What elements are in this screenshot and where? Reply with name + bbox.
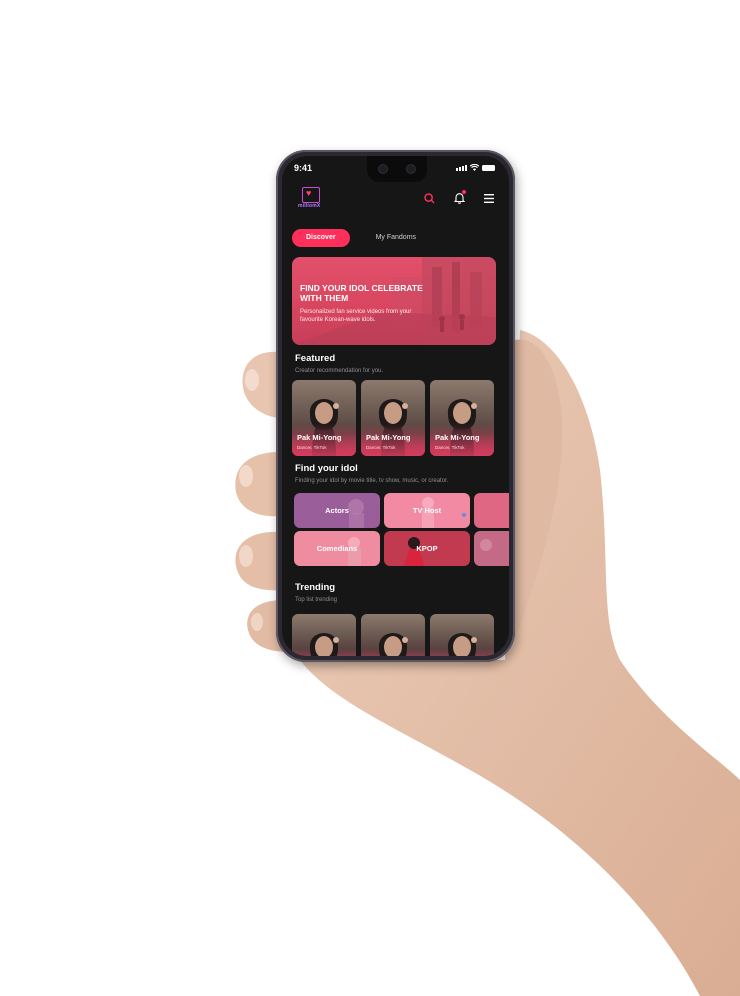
top-actions bbox=[421, 190, 497, 206]
idol-tags: Dancer, TikTok bbox=[366, 445, 396, 450]
search-button[interactable] bbox=[421, 190, 437, 206]
heart-icon: ♥ bbox=[306, 188, 312, 198]
notification-badge bbox=[462, 190, 466, 194]
category-tv-host[interactable]: TV Host bbox=[384, 493, 470, 528]
find-idol-subtitle: Finding your idol by movie title, tv sho… bbox=[295, 478, 449, 484]
featured-card[interactable]: Pak Mi-Yong Dancer, TikTok bbox=[430, 380, 494, 456]
idol-name: Pak Mi-Yong bbox=[366, 433, 411, 442]
featured-cards: Pak Mi-Yong Dancer, TikTok Pak Mi-Yong D… bbox=[292, 380, 494, 456]
app-screen: 9:41 ♥ milliomX Discover My Fandoms FIND… bbox=[282, 156, 509, 656]
trending-title: Trending bbox=[295, 582, 336, 593]
find-idol-title: Find your idol bbox=[295, 463, 358, 474]
tab-bar: Discover My Fandoms bbox=[292, 229, 430, 247]
category-kpop[interactable]: KPOP bbox=[384, 531, 470, 566]
trending-card[interactable] bbox=[292, 614, 356, 656]
category-label: KPOP bbox=[416, 544, 438, 553]
category-actors[interactable]: Actors bbox=[294, 493, 380, 528]
hero-banner[interactable]: FIND YOUR IDOL CELEBRATE WITH THEM Perso… bbox=[292, 257, 496, 345]
banner-subtitle: Personalized fan service videos from you… bbox=[300, 309, 412, 323]
idol-tags: Dancer, TikTok bbox=[297, 445, 327, 450]
banner-title: FIND YOUR IDOL CELEBRATE WITH THEM bbox=[300, 283, 423, 303]
category-comedians[interactable]: Comedians bbox=[294, 531, 380, 566]
trending-cards bbox=[292, 614, 494, 656]
featured-card[interactable]: Pak Mi-Yong Dancer, TikTok bbox=[361, 380, 425, 456]
camera-notch bbox=[367, 156, 427, 182]
idol-photo bbox=[378, 633, 408, 656]
top-bar: ♥ milliomX bbox=[294, 186, 497, 214]
category-youtubers[interactable]: Yo bbox=[474, 531, 509, 566]
idol-photo bbox=[447, 633, 477, 656]
app-logo[interactable]: ♥ milliomX bbox=[298, 186, 324, 212]
category-photo bbox=[480, 539, 492, 551]
signal-icon bbox=[456, 164, 467, 171]
idol-name: Pak Mi-Yong bbox=[435, 433, 480, 442]
featured-card[interactable]: Pak Mi-Yong Dancer, TikTok bbox=[292, 380, 356, 456]
category-label: Comedians bbox=[316, 544, 358, 553]
featured-title: Featured bbox=[295, 353, 336, 364]
system-icons bbox=[456, 164, 495, 171]
trending-subtitle: Top list trending bbox=[295, 597, 338, 603]
hamburger-menu-icon bbox=[484, 193, 494, 203]
tab-discover[interactable]: Discover bbox=[292, 229, 350, 247]
menu-button[interactable] bbox=[481, 190, 497, 206]
category-label: TV Host bbox=[412, 506, 442, 515]
notifications-button[interactable] bbox=[451, 190, 467, 206]
tab-my-fandoms[interactable]: My Fandoms bbox=[362, 229, 430, 247]
trending-card[interactable] bbox=[361, 614, 425, 656]
category-label: Actors bbox=[325, 506, 349, 515]
status-time: 9:41 bbox=[294, 163, 313, 173]
wifi-icon bbox=[470, 164, 479, 171]
logo-text: milliomX bbox=[298, 203, 321, 209]
featured-subtitle: Creator recommendation for you. bbox=[295, 368, 384, 374]
sensor-icon bbox=[407, 165, 415, 173]
category-grid: Actors TV Host Comedians KPOP bbox=[294, 493, 509, 569]
trending-card[interactable] bbox=[430, 614, 494, 656]
idol-photo bbox=[309, 633, 339, 656]
idol-tags: Dancer, TikTok bbox=[435, 445, 465, 450]
phone-device: 9:41 ♥ milliomX Discover My Fandoms FIND… bbox=[276, 150, 515, 662]
category-more[interactable] bbox=[474, 493, 509, 528]
idol-name: Pak Mi-Yong bbox=[297, 433, 342, 442]
battery-icon bbox=[482, 164, 495, 171]
camera-icon bbox=[379, 165, 387, 173]
search-icon bbox=[423, 192, 434, 203]
